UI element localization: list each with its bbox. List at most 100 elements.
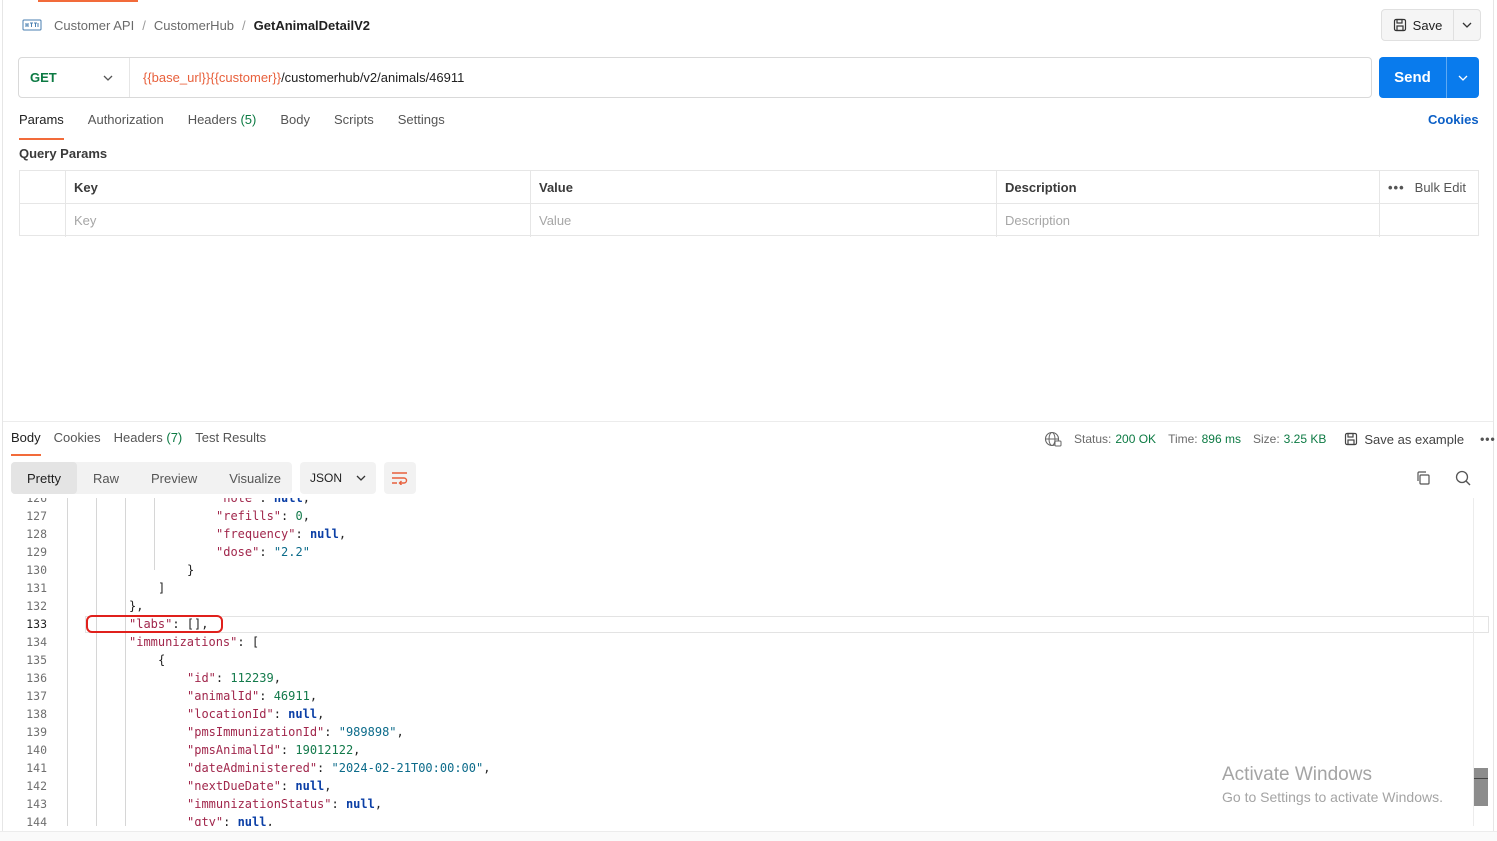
code-text: "pmsAnimalId": 19012122, xyxy=(187,741,360,759)
line-number: 142 xyxy=(26,779,47,793)
response-tab-cookies[interactable]: Cookies xyxy=(54,430,101,454)
code-token: { xyxy=(158,653,166,667)
code-text: "immunizationStatus": null, xyxy=(187,795,382,813)
code-token: "2024-02-21T00:00:00" xyxy=(331,761,484,775)
request-tabs: Params Authorization Headers (5) Body Sc… xyxy=(19,112,445,140)
code-text: "note": null, xyxy=(216,498,310,507)
code-token: : xyxy=(281,509,296,523)
response-tab-headers[interactable]: Headers (7) xyxy=(114,430,183,454)
code-line: 127 "refills": 0, xyxy=(3,507,1487,525)
code-token: "frequency" xyxy=(216,527,296,541)
network-globe-icon[interactable] xyxy=(1044,431,1062,447)
code-text: "frequency": null, xyxy=(216,525,346,543)
code-token: , xyxy=(483,761,491,775)
line-number: 130 xyxy=(26,563,47,577)
cookies-link[interactable]: Cookies xyxy=(1428,112,1479,127)
view-raw[interactable]: Raw xyxy=(77,462,135,494)
code-token: , xyxy=(309,689,318,703)
key-input[interactable]: Key xyxy=(66,204,531,237)
bulk-edit-cell: ••• Bulk Edit xyxy=(1380,171,1478,203)
format-select[interactable]: JSON xyxy=(300,462,376,494)
code-text: "dateAdministered": "2024-02-21T00:00:00… xyxy=(187,759,490,777)
scrollbar-thumb[interactable] xyxy=(1474,768,1488,806)
send-button[interactable]: Send xyxy=(1379,57,1447,98)
method-select[interactable]: GET xyxy=(19,58,130,97)
code-token: , xyxy=(302,498,310,505)
tab-scripts[interactable]: Scripts xyxy=(334,112,374,138)
code-line: 140 "pmsAnimalId": 19012122, xyxy=(3,741,1487,759)
code-token: "qty" xyxy=(187,815,224,826)
code-line: 132}, xyxy=(3,597,1487,615)
code-line: 144 "qty": null, xyxy=(3,813,1487,826)
size-value: 3.25 KB xyxy=(1283,432,1327,446)
save-options-button[interactable] xyxy=(1454,10,1480,40)
code-text: "dose": "2.2" xyxy=(216,543,310,561)
wrap-lines-icon xyxy=(392,472,408,485)
tab-settings[interactable]: Settings xyxy=(398,112,445,138)
code-line: 129 "dose": "2.2" xyxy=(3,543,1487,561)
view-visualize[interactable]: Visualize xyxy=(213,462,297,494)
code-token: "pmsImmunizationId" xyxy=(187,725,325,739)
tab-headers[interactable]: Headers (5) xyxy=(188,112,257,138)
copy-button[interactable] xyxy=(1411,466,1435,490)
watermark-title: Activate Windows xyxy=(1222,764,1372,785)
code-text: "pmsImmunizationId": "989898", xyxy=(187,723,404,741)
more-options-icon[interactable]: ••• xyxy=(1388,180,1405,195)
code-token: : xyxy=(324,725,339,739)
url-input[interactable]: {{base_url}}{{customer}}/customerhub/v2/… xyxy=(130,70,464,85)
code-line: 133 "labs": [], xyxy=(3,615,1487,633)
value-input[interactable]: Value xyxy=(531,204,997,237)
code-token: "989898" xyxy=(338,725,397,739)
code-line: 134 "immunizations": [ xyxy=(3,633,1487,651)
breadcrumb-request[interactable]: GetAnimalDetailV2 xyxy=(254,18,370,33)
status-info[interactable]: Status: 200 OK xyxy=(1074,432,1156,446)
save-as-example-button[interactable]: Save as example xyxy=(1344,432,1464,447)
save-button[interactable]: Save xyxy=(1382,10,1454,40)
view-preview[interactable]: Preview xyxy=(135,462,213,494)
code-token: "locationId" xyxy=(187,707,274,721)
code-token: , xyxy=(396,725,404,739)
tab-authorization[interactable]: Authorization xyxy=(88,112,164,138)
code-line: 130} xyxy=(3,561,1487,579)
tab-body[interactable]: Body xyxy=(280,112,310,138)
code-token: , xyxy=(302,509,310,523)
code-token: }, xyxy=(129,599,144,613)
params-table: Key Value Description ••• Bulk Edit Key … xyxy=(19,170,1479,237)
time-value: 896 ms xyxy=(1201,432,1241,446)
code-token: "dose" xyxy=(216,545,260,559)
code-token: "animalId" xyxy=(187,689,260,703)
breadcrumb-folder[interactable]: CustomerHub xyxy=(154,18,234,33)
code-token: "nextDueDate" xyxy=(187,779,281,793)
code-token: 0 xyxy=(295,509,303,523)
response-tab-body[interactable]: Body xyxy=(11,430,41,456)
description-input[interactable]: Description xyxy=(997,204,1380,237)
line-number: 140 xyxy=(26,743,47,757)
code-token: : xyxy=(317,761,332,775)
headers-count: (5) xyxy=(240,112,257,127)
send-options-button[interactable] xyxy=(1447,57,1479,98)
windows-activation-watermark: Activate Windows Go to Settings to activ… xyxy=(1222,764,1443,805)
url-bar: GET {{base_url}}{{customer}}/customerhub… xyxy=(18,57,1372,98)
tab-params[interactable]: Params xyxy=(19,112,64,140)
breadcrumb-separator: / xyxy=(142,17,146,33)
time-info[interactable]: Time: 896 ms xyxy=(1168,432,1241,446)
editor-scrollbar[interactable] xyxy=(1473,498,1488,826)
view-pretty[interactable]: Pretty xyxy=(11,462,77,494)
size-info[interactable]: Size: 3.25 KB xyxy=(1253,432,1326,446)
code-token: : xyxy=(273,707,289,721)
response-tabs: Body Cookies Headers (7) Test Results xyxy=(11,430,266,456)
code-text: "locationId": null, xyxy=(187,705,324,723)
code-line: 128 "frequency": null, xyxy=(3,525,1487,543)
search-icon xyxy=(1455,470,1471,486)
wrap-lines-button[interactable] xyxy=(384,462,416,494)
code-token: : xyxy=(280,743,296,757)
breadcrumb-collection[interactable]: Customer API xyxy=(54,18,134,33)
url-variable-customer: {{customer}} xyxy=(210,70,282,85)
code-text: "nextDueDate": null, xyxy=(187,777,332,795)
bulk-edit-button[interactable]: Bulk Edit xyxy=(1415,180,1466,195)
more-options-icon[interactable]: ••• xyxy=(1480,432,1496,446)
search-button[interactable] xyxy=(1451,466,1475,490)
response-divider[interactable] xyxy=(3,421,1493,422)
line-number: 127 xyxy=(26,509,47,523)
response-tab-test-results[interactable]: Test Results xyxy=(195,430,266,454)
